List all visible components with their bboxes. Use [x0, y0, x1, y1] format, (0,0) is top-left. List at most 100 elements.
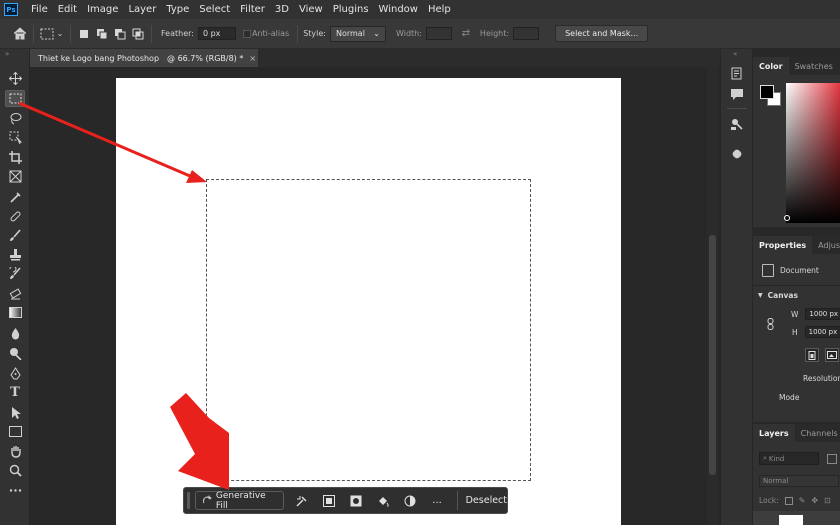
drag-handle[interactable]: [187, 492, 190, 509]
menu-bar: Ps File Edit Image Layer Type Select Fil…: [0, 0, 840, 19]
collapse-icon[interactable]: «: [733, 50, 737, 58]
menu-3d[interactable]: 3D: [270, 4, 294, 15]
menu-select[interactable]: Select: [194, 4, 235, 15]
lasso-tool-icon[interactable]: [5, 110, 25, 127]
link-icon[interactable]: [767, 318, 774, 330]
filter-image-icon[interactable]: [827, 454, 837, 464]
canvas-section[interactable]: ▼ Canvas: [758, 291, 798, 300]
brush-tool-icon[interactable]: [5, 227, 25, 244]
frame-tool-icon[interactable]: [5, 168, 25, 185]
divider: [297, 24, 299, 43]
collapse-icon[interactable]: »: [5, 50, 9, 58]
comments-panel-icon[interactable]: [728, 85, 746, 103]
document-title: Thiet ke Logo bang Photoshop: [38, 53, 160, 63]
contextual-task-bar: Generative Fill ... Deselect: [183, 487, 508, 514]
document-canvas[interactable]: [116, 78, 621, 525]
canvas-height-input[interactable]: 1000 px: [804, 326, 840, 338]
height-input[interactable]: [513, 27, 540, 40]
options-bar: ⌄ Feather: 0 px Anti-alias Style: Normal…: [0, 19, 840, 49]
hand-tool-icon[interactable]: [5, 443, 25, 460]
clone-stamp-tool-icon[interactable]: [5, 246, 25, 263]
anti-alias-checkbox[interactable]: [242, 26, 252, 42]
menu-file[interactable]: File: [26, 4, 53, 15]
brush-settings-panel-icon[interactable]: [728, 115, 746, 133]
subtract-from-selection-icon[interactable]: [112, 26, 128, 42]
tab-swatches[interactable]: Swatches: [789, 57, 839, 75]
scrollbar-thumb[interactable]: [709, 235, 716, 475]
path-selection-tool-icon[interactable]: [5, 404, 25, 421]
blend-mode-select[interactable]: Normal: [759, 475, 839, 487]
cloud-libraries-panel-icon[interactable]: [728, 145, 746, 163]
move-tool-icon[interactable]: [5, 70, 25, 87]
menu-help[interactable]: Help: [423, 4, 456, 15]
landscape-orientation-button[interactable]: [825, 348, 839, 362]
chevron-down-icon[interactable]: ⌄: [55, 26, 65, 42]
fill-selection-icon[interactable]: [373, 491, 392, 510]
layer-thumbnail: [779, 515, 803, 525]
menu-type[interactable]: Type: [161, 4, 194, 15]
home-icon[interactable]: [12, 26, 28, 42]
rectangle-tool-icon[interactable]: [5, 423, 25, 440]
tab-properties[interactable]: Properties: [753, 236, 813, 254]
properties-panel-tabs: Properties Adjustm: [753, 236, 840, 254]
generative-fill-button[interactable]: Generative Fill: [194, 491, 285, 511]
tab-layers[interactable]: Layers: [753, 424, 795, 442]
type-tool-icon[interactable]: T: [5, 384, 25, 401]
zoom-tool-icon[interactable]: [5, 462, 25, 479]
history-brush-tool-icon[interactable]: [5, 265, 25, 282]
lock-paint-icon[interactable]: ✎: [799, 496, 806, 505]
new-selection-icon[interactable]: [76, 26, 92, 42]
layer-filter-kind-select[interactable]: ⌕ Kind: [759, 452, 819, 465]
select-and-mask-button[interactable]: Select and Mask...: [555, 25, 649, 42]
pen-tool-icon[interactable]: [5, 365, 25, 382]
style-select[interactable]: Normal ⌄: [329, 25, 386, 42]
menu-window[interactable]: Window: [374, 4, 423, 15]
tab-color[interactable]: Color: [753, 57, 789, 75]
vertical-scrollbar[interactable]: [707, 67, 718, 525]
canvas-width-input[interactable]: 1000 px: [805, 308, 840, 320]
rectangular-marquee-tool-icon[interactable]: [5, 90, 25, 107]
swap-icon[interactable]: ⇄: [458, 26, 474, 42]
lock-move-icon[interactable]: ✥: [811, 496, 818, 505]
more-tools-icon[interactable]: [5, 482, 25, 499]
deselect-button[interactable]: Deselect: [456, 491, 507, 510]
divider: [753, 285, 840, 286]
layer-row[interactable]: [753, 511, 840, 525]
crop-tool-icon[interactable]: [5, 149, 25, 166]
blur-tool-icon[interactable]: [5, 325, 25, 342]
more-options-icon[interactable]: ...: [428, 491, 447, 510]
menu-plugins[interactable]: Plugins: [328, 4, 374, 15]
intersect-selection-icon[interactable]: [130, 26, 146, 42]
invert-selection-icon[interactable]: [319, 491, 338, 510]
healing-brush-tool-icon[interactable]: [5, 208, 25, 225]
menu-view[interactable]: View: [294, 4, 328, 15]
object-selection-tool-icon[interactable]: [5, 129, 25, 146]
history-panel-icon[interactable]: [728, 65, 746, 83]
color-picker-field[interactable]: [786, 83, 840, 223]
add-to-selection-icon[interactable]: [94, 26, 110, 42]
menu-image[interactable]: Image: [82, 4, 123, 15]
adjustment-layer-icon[interactable]: [400, 491, 419, 510]
rectangular-marquee-preset-icon[interactable]: [39, 26, 55, 42]
color-picker-cursor[interactable]: [784, 215, 790, 221]
tab-adjustments[interactable]: Adjustm: [812, 236, 840, 254]
eyedropper-tool-icon[interactable]: [5, 189, 25, 206]
lock-artboard-icon[interactable]: ⊡: [824, 496, 831, 505]
close-icon[interactable]: ×: [249, 54, 256, 63]
document-tab[interactable]: Thiet ke Logo bang Photoshop @ 66.7% (RG…: [30, 49, 258, 67]
lock-transparency-icon[interactable]: [784, 496, 793, 505]
selection-marquee[interactable]: [206, 179, 531, 481]
portrait-orientation-button[interactable]: [805, 348, 819, 362]
width-input[interactable]: [425, 27, 452, 40]
menu-filter[interactable]: Filter: [235, 4, 270, 15]
gradient-tool-icon[interactable]: [5, 304, 25, 321]
menu-edit[interactable]: Edit: [53, 4, 82, 15]
create-mask-icon[interactable]: [346, 491, 365, 510]
tab-channels[interactable]: Channels: [795, 424, 840, 442]
feather-input[interactable]: 0 px: [197, 27, 236, 40]
modify-selection-icon[interactable]: [292, 491, 311, 510]
dodge-tool-icon[interactable]: [5, 345, 25, 362]
eraser-tool-icon[interactable]: [5, 285, 25, 302]
foreground-color-swatch[interactable]: [760, 85, 774, 99]
menu-layer[interactable]: Layer: [123, 4, 161, 15]
